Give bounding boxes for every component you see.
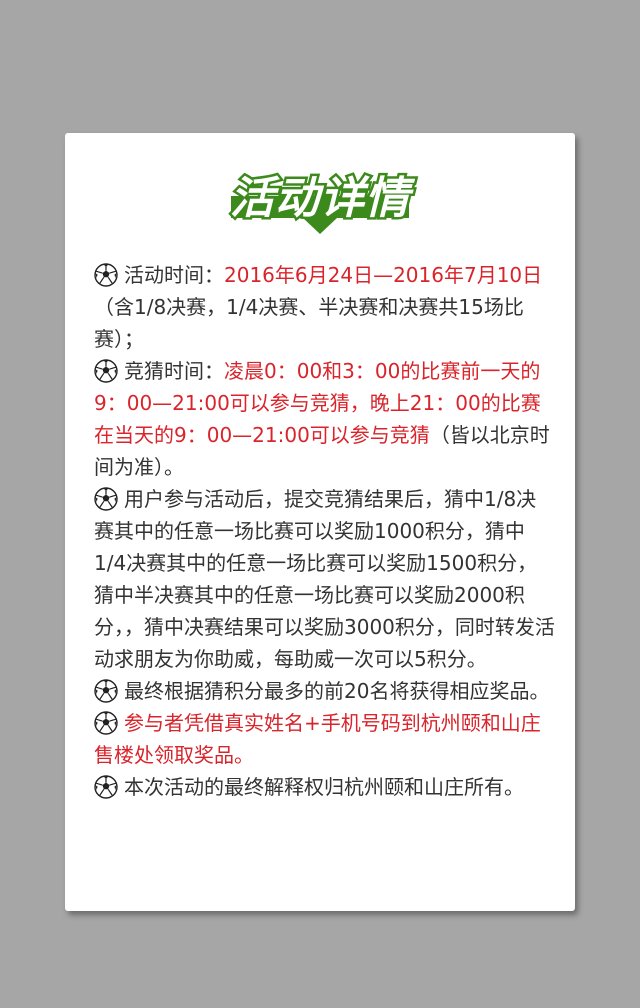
list-item: 竞猜时间：凌晨0：00和3：00的比赛前一天的9：00—21:00可以参与竞猜，… (94, 355, 556, 483)
list-item: 本次活动的最终解释权归杭州颐和山庄所有。 (94, 771, 556, 803)
list-item: 参与者凭借真实姓名+手机号码到杭州颐和山庄售楼处领取奖品。 (94, 707, 556, 771)
item-text: 用户参与活动后，提交竞猜结果后，猜中1/8决赛其中的任意一场比赛可以奖励1000… (94, 487, 555, 671)
item-text: 本次活动的最终解释权归杭州颐和山庄所有。 (124, 775, 524, 799)
title-banner: 活动详情 (225, 158, 415, 238)
soccer-ball-icon (94, 775, 118, 799)
soccer-ball-icon (94, 711, 118, 735)
soccer-ball-icon (94, 487, 118, 511)
item-text: 最终根据猜积分最多的前20名将获得相应奖品。 (124, 679, 550, 703)
page-title: 活动详情 (228, 171, 412, 227)
list-item: 用户参与活动后，提交竞猜结果后，猜中1/8决赛其中的任意一场比赛可以奖励1000… (94, 483, 556, 675)
details-list: 活动时间：2016年6月24日—2016年7月10日 （含1/8决赛，1/4决赛、… (94, 259, 556, 803)
item-highlight: 2016年6月24日—2016年7月10日 (224, 263, 543, 287)
list-item: 活动时间：2016年6月24日—2016年7月10日 （含1/8决赛，1/4决赛、… (94, 259, 556, 355)
details-card: 活动详情 活动时间：2016年6月24日—2016年7月10日 （含1/8决赛，1… (65, 133, 575, 911)
soccer-ball-icon (94, 263, 118, 287)
soccer-ball-icon (94, 359, 118, 383)
item-text: （含1/8决赛，1/4决赛、半决赛和决赛共15场比赛）； (94, 295, 524, 351)
soccer-ball-icon (94, 679, 118, 703)
list-item: 最终根据猜积分最多的前20名将获得相应奖品。 (94, 675, 556, 707)
item-label: 活动时间： (124, 263, 224, 287)
item-highlight: 参与者凭借真实姓名+手机号码到杭州颐和山庄售楼处领取奖品。 (94, 711, 541, 767)
item-label: 竞猜时间： (124, 359, 224, 383)
